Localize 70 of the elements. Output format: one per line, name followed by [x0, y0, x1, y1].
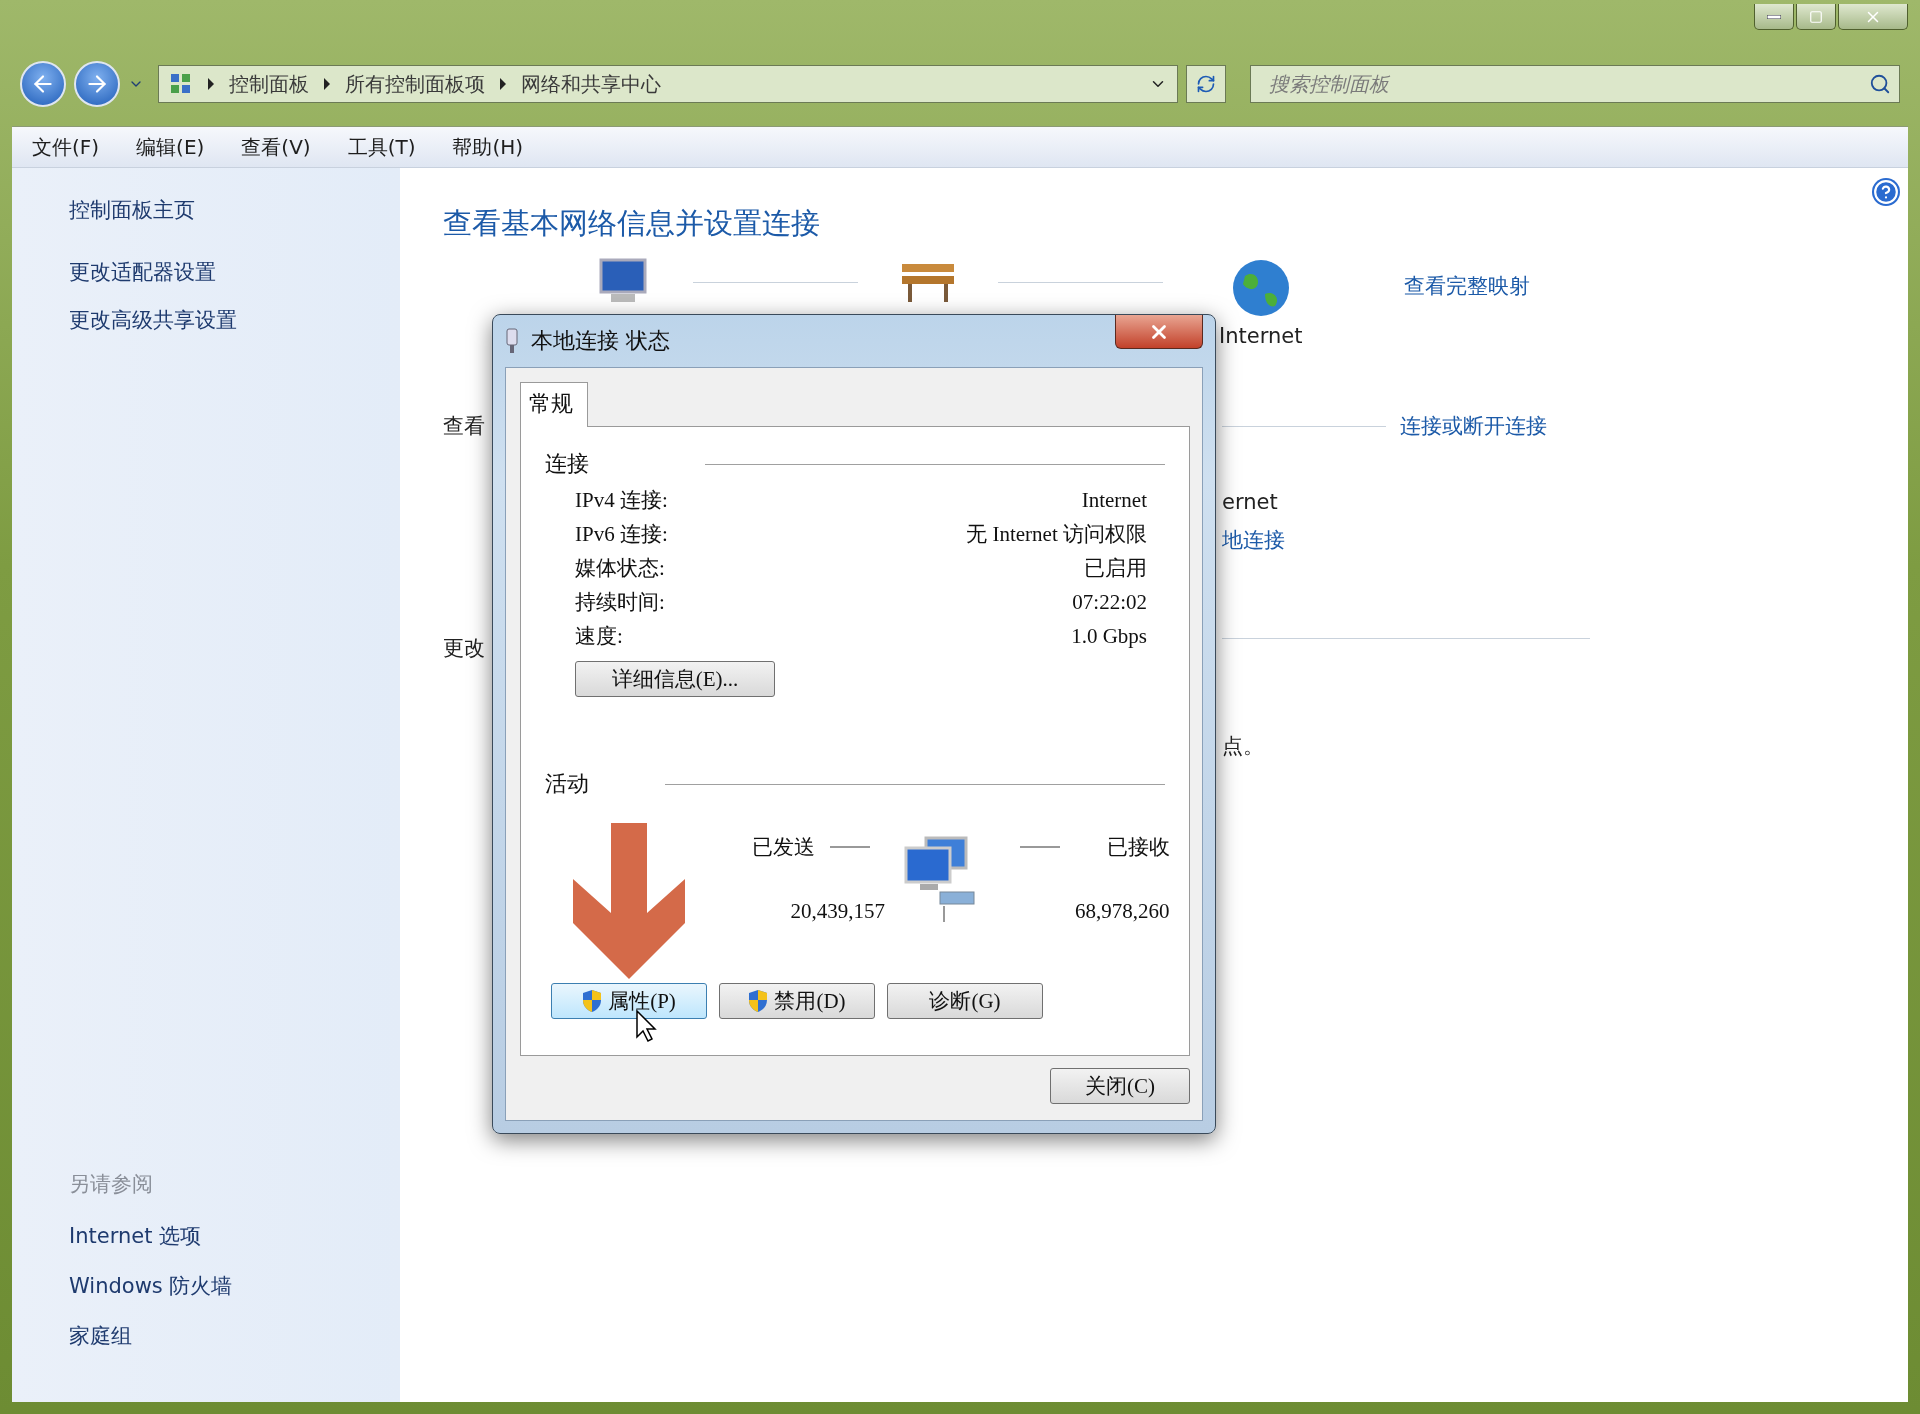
breadcrumb[interactable]: 所有控制面板项	[345, 70, 485, 98]
connection-link[interactable]: 地连接	[1222, 526, 1400, 554]
breadcrumb[interactable]: 网络和共享中心	[521, 70, 661, 98]
tab[interactable]: 常规	[520, 382, 588, 427]
dialog-title: 本地连接 状态	[531, 327, 670, 355]
help-icon[interactable]	[1872, 178, 1900, 206]
minimize-icon	[1767, 14, 1781, 19]
minimize-button[interactable]	[1754, 4, 1794, 30]
info-label: 媒体状态:	[575, 555, 665, 582]
close-button[interactable]	[1838, 4, 1908, 30]
control-panel-icon	[169, 72, 193, 96]
maximize-icon	[1809, 9, 1823, 24]
menu-item[interactable]: 文件(F)	[32, 133, 100, 161]
group-heading: 活动	[545, 770, 589, 798]
section-heading: 查看	[443, 413, 486, 440]
network-name: ernet	[1222, 490, 1279, 514]
info-value: Internet	[1081, 487, 1147, 513]
sidebar-link[interactable]: 更改高级共享设置	[69, 306, 400, 334]
search-field[interactable]: 搜索控制面板	[1250, 65, 1900, 103]
chevron-icon	[499, 78, 507, 90]
sidebar-link[interactable]: Windows 防火墙	[69, 1272, 400, 1300]
breadcrumb[interactable]: 控制面板	[229, 70, 309, 98]
received-label: 已接收	[1106, 834, 1170, 861]
menu-item[interactable]: 帮助(H)	[452, 133, 524, 161]
back-button[interactable]	[20, 61, 66, 107]
menu-item[interactable]: 工具(T)	[347, 133, 416, 161]
shield-icon	[582, 989, 603, 1013]
info-value: 07:22:02	[1072, 589, 1147, 615]
info-value: 无 Internet 访问权限	[966, 521, 1147, 548]
map-label: Internet	[1219, 324, 1303, 348]
refresh-button[interactable]	[1186, 65, 1226, 103]
refresh-icon	[1196, 74, 1216, 94]
info-label: IPv6 连接:	[575, 521, 668, 548]
dialog-button[interactable]: 禁用(D)	[719, 983, 875, 1019]
sidebar-link[interactable]: 控制面板主页	[69, 196, 400, 224]
received-count: 68,978,260	[1075, 898, 1170, 924]
menu-item[interactable]: 编辑(E)	[136, 133, 205, 161]
dialog-button[interactable]: 属性(P)	[551, 983, 707, 1019]
dialog-button[interactable]: 诊断(G)	[887, 983, 1043, 1019]
shield-icon	[748, 989, 769, 1013]
chevron-icon	[207, 78, 215, 90]
sent-count: 20,439,157	[790, 898, 885, 924]
search-input[interactable]: 搜索控制面板	[1267, 71, 1869, 97]
body-text: 点。	[1222, 733, 1265, 760]
address-bar[interactable]: 控制面板 所有控制面板项 网络和共享中心	[158, 65, 1178, 103]
details-button[interactable]: 详细信息(E)...	[575, 661, 775, 697]
full-map-link[interactable]: 查看完整映射	[1404, 272, 1531, 300]
maximize-button[interactable]	[1796, 4, 1836, 30]
info-value: 1.0 Gbps	[1071, 623, 1147, 649]
globe-icon	[1230, 258, 1291, 318]
search-icon	[1869, 73, 1891, 95]
sidebar-link[interactable]: Internet 选项	[69, 1222, 400, 1250]
sent-label: 已发送	[752, 834, 815, 861]
connect-link[interactable]: 连接或断开连接	[1400, 412, 1590, 440]
info-label: 持续时间:	[575, 589, 665, 616]
menu-item[interactable]: 查看(V)	[241, 133, 311, 161]
info-label: 速度:	[575, 623, 623, 650]
sidebar-link[interactable]: 更改适配器设置	[69, 258, 400, 286]
info-value: 已启用	[1084, 555, 1147, 582]
section-heading: 更改	[443, 635, 486, 662]
group-heading: 连接	[545, 450, 589, 478]
forward-button[interactable]	[74, 61, 120, 107]
info-label: IPv4 连接:	[575, 487, 668, 514]
chevron-icon	[323, 78, 331, 90]
close-dialog-button[interactable]: 关闭(C)	[1050, 1068, 1190, 1104]
close-button[interactable]	[1115, 315, 1203, 349]
see-also-heading: 另请参阅	[69, 1171, 154, 1198]
sidebar-link[interactable]: 家庭组	[69, 1322, 400, 1350]
network-plug-icon	[505, 327, 519, 355]
page-title: 查看基本网络信息并设置连接	[443, 205, 821, 242]
